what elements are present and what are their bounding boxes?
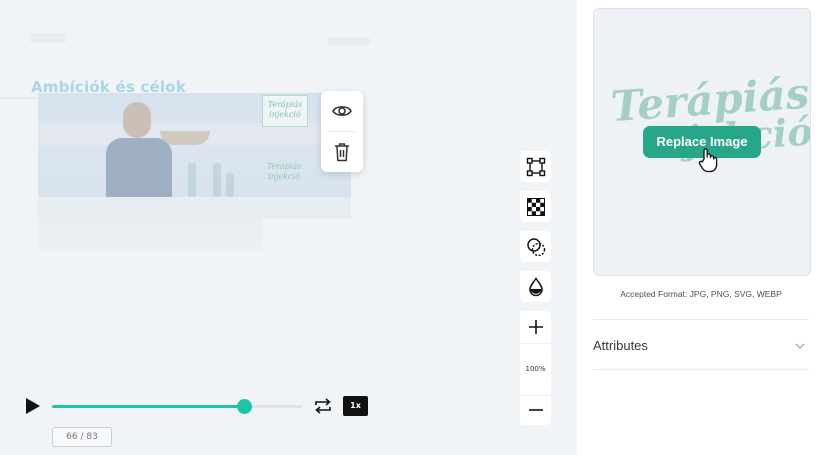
opacity-drop-icon xyxy=(528,276,543,296)
bottle xyxy=(213,163,221,197)
element-popup xyxy=(321,91,363,172)
transform-button[interactable] xyxy=(520,151,551,182)
zoom-controls: 100% xyxy=(520,311,551,425)
visibility-button[interactable] xyxy=(321,91,363,131)
bowl xyxy=(160,131,210,145)
logo-overlay-line2: injekció xyxy=(268,172,300,181)
eye-icon xyxy=(332,106,352,116)
blend-button[interactable] xyxy=(520,231,551,262)
bottle xyxy=(226,173,234,197)
attributes-label: Attributes xyxy=(593,338,648,353)
accepted-formats: Accepted Format: JPG, PNG, SVG, WEBP xyxy=(620,289,782,299)
counter xyxy=(38,197,351,219)
hand-cursor-icon xyxy=(698,148,718,173)
timeline-track[interactable] xyxy=(52,399,302,414)
minus-icon xyxy=(528,408,543,411)
logo-line1: Terápiás xyxy=(267,100,303,109)
properties-panel: Terápiás injekció Replace Image Accepted… xyxy=(577,0,825,455)
delete-button[interactable] xyxy=(321,132,363,172)
chevron-down-icon xyxy=(795,343,805,349)
slide-header-logo xyxy=(30,33,66,43)
frame-separator: / xyxy=(77,432,87,442)
play-button[interactable] xyxy=(23,396,43,416)
timeline-handle[interactable] xyxy=(237,399,252,414)
slide-header-link xyxy=(328,37,370,45)
trash-icon xyxy=(335,143,349,162)
attributes-accordion[interactable]: Attributes xyxy=(593,320,809,369)
transparency-button[interactable] xyxy=(520,191,551,222)
transform-icon xyxy=(526,157,545,176)
zoom-level: 100% xyxy=(525,365,546,373)
logo-overlay-line1: Terápiás xyxy=(266,162,302,171)
canvas-area[interactable]: Ambíciók és célok Terápiás injekció Terá… xyxy=(0,0,577,455)
plus-icon xyxy=(528,319,543,334)
transparency-icon xyxy=(526,197,545,216)
blend-icon xyxy=(526,237,545,256)
bottle xyxy=(188,163,196,197)
frame-current: 66 xyxy=(66,432,78,442)
speed-button[interactable]: 1x xyxy=(343,396,368,416)
logo-line2: injekció xyxy=(269,110,301,119)
frame-total: 83 xyxy=(86,432,98,442)
loop-button[interactable] xyxy=(312,396,334,416)
frame-counter[interactable]: 66 / 83 xyxy=(52,427,112,447)
timeline-progress xyxy=(52,405,245,408)
zoom-out-button[interactable] xyxy=(520,394,551,425)
zoom-in-button[interactable] xyxy=(520,311,551,342)
loop-icon xyxy=(315,398,331,414)
play-icon xyxy=(26,398,40,414)
opacity-button[interactable] xyxy=(520,271,551,302)
image-preview[interactable]: Terápiás injekció Replace Image xyxy=(593,8,811,276)
slide-logo-box[interactable]: Terápiás injekció xyxy=(262,95,308,127)
